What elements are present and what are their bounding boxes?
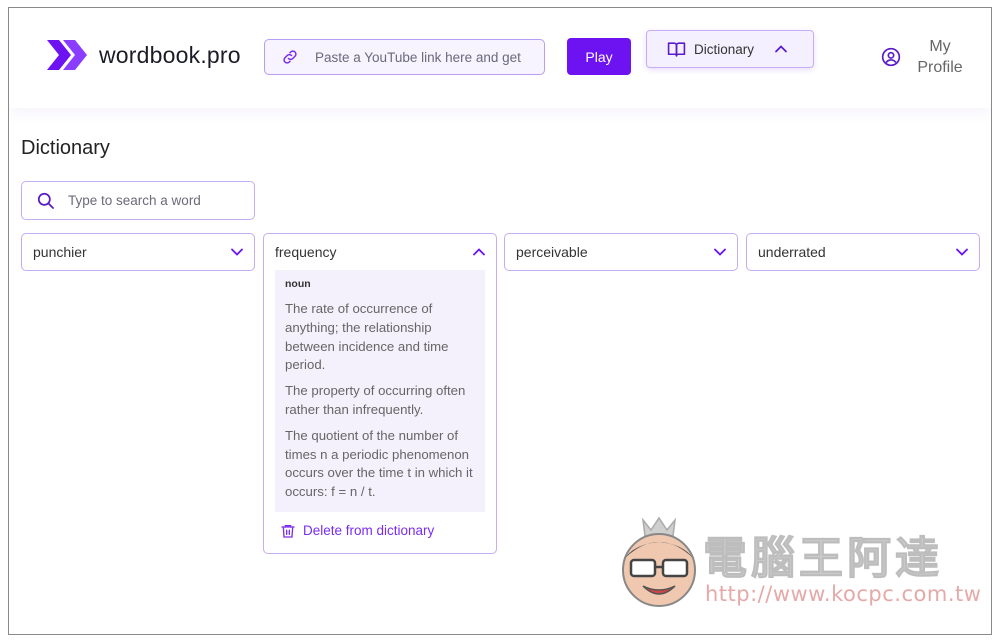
watermark-text: 電腦王阿達 bbox=[703, 533, 943, 585]
site-watermark: 電腦王阿達 http://www.kocpc.com.tw bbox=[609, 512, 989, 612]
dictionary-menu-button[interactable]: Dictionary bbox=[646, 30, 814, 68]
search-icon bbox=[37, 192, 54, 209]
cartoon-face-icon bbox=[622, 516, 696, 607]
word-search-input[interactable] bbox=[68, 193, 248, 208]
word-card-header[interactable]: punchier bbox=[22, 234, 254, 270]
dictionary-menu-label: Dictionary bbox=[694, 41, 755, 57]
app-window: wordbook.pro Play Dictionary bbox=[8, 7, 992, 635]
chevron-up-icon bbox=[775, 45, 787, 53]
chevron-down-icon bbox=[956, 248, 968, 256]
book-icon bbox=[667, 41, 686, 57]
youtube-link-input[interactable] bbox=[315, 49, 540, 65]
chevron-up-icon bbox=[473, 248, 485, 256]
word-title: perceivable bbox=[516, 244, 588, 260]
word-card-frequency: frequency noun The rate of occurrence of… bbox=[263, 233, 497, 554]
word-title: underrated bbox=[758, 244, 826, 260]
double-chevron-logo-icon bbox=[47, 40, 87, 70]
word-card-header[interactable]: underrated bbox=[747, 234, 979, 270]
delete-from-dictionary-button[interactable]: Delete from dictionary bbox=[264, 512, 496, 553]
my-profile-link[interactable]: My Profile bbox=[881, 36, 966, 78]
definition-text: The quotient of the number of times n a … bbox=[285, 427, 473, 500]
word-search-field[interactable] bbox=[21, 181, 255, 220]
brand-logo[interactable]: wordbook.pro bbox=[47, 40, 241, 70]
top-header: wordbook.pro Play Dictionary bbox=[9, 8, 991, 108]
definition-panel: noun The rate of occurrence of anything;… bbox=[275, 270, 485, 512]
my-profile-label: My Profile bbox=[917, 38, 963, 76]
watermark-url: http://www.kocpc.com.tw bbox=[705, 582, 982, 606]
delete-label: Delete from dictionary bbox=[303, 523, 435, 539]
brand-name: wordbook.pro bbox=[99, 41, 241, 68]
definition-text: The property of occurring often rather t… bbox=[285, 383, 466, 417]
definition-text: The rate of occurrence of anything; the … bbox=[285, 301, 449, 373]
page-title: Dictionary bbox=[21, 137, 110, 159]
link-icon bbox=[283, 50, 297, 64]
chevron-down-icon bbox=[231, 248, 243, 256]
trash-icon bbox=[281, 524, 295, 538]
word-card-header[interactable]: perceivable bbox=[505, 234, 737, 270]
user-circle-icon bbox=[881, 47, 901, 67]
youtube-link-field[interactable] bbox=[264, 39, 545, 75]
word-card-perceivable: perceivable bbox=[504, 233, 738, 271]
word-title: punchier bbox=[33, 244, 87, 260]
word-card-header[interactable]: frequency bbox=[264, 234, 496, 270]
play-button[interactable]: Play bbox=[567, 38, 631, 75]
chevron-down-icon bbox=[714, 248, 726, 256]
word-card-punchier: punchier bbox=[21, 233, 255, 271]
word-card-underrated: underrated bbox=[746, 233, 980, 271]
part-of-speech: noun bbox=[285, 278, 311, 290]
word-title: frequency bbox=[275, 244, 337, 260]
